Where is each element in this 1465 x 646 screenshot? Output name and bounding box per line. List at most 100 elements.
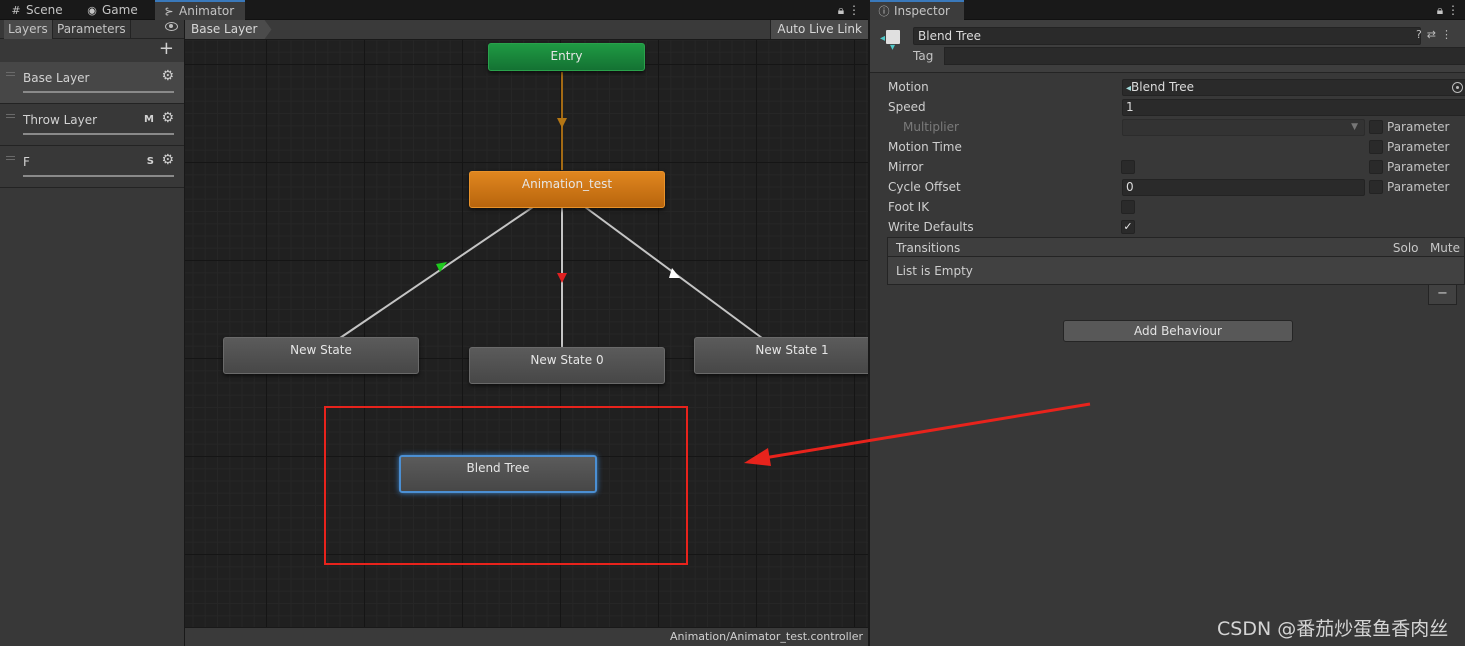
annotation-arrow [744, 402, 1091, 466]
motion-row: Motion ◂Blend Tree [888, 77, 1465, 97]
layer-throw[interactable]: Throw Layer M ⚙ [0, 104, 184, 146]
parameter-label: Parameter [1387, 180, 1450, 194]
speed-field[interactable]: 1 [1122, 99, 1465, 116]
multiplier-row: Multiplier ▼ Parameter [888, 117, 1465, 137]
layer-name: Throw Layer [23, 113, 98, 127]
animator-tabbar: # Scene ◉ Game ⊱ Animator 🔒︎ ⋮ [0, 0, 868, 20]
arrow-icon [557, 273, 567, 283]
multiplier-parameter-checkbox[interactable] [1369, 120, 1383, 134]
gear-icon[interactable]: ⚙ [161, 110, 174, 126]
parameter-label: Parameter [1387, 120, 1450, 134]
transition-to-new-state[interactable] [339, 206, 534, 339]
foot-ik-label: Foot IK [888, 200, 930, 214]
transitions-header: Transitions Solo Mute [887, 237, 1465, 257]
speed-row: Speed 1 [888, 97, 1465, 117]
mirror-label: Mirror [888, 160, 924, 174]
speed-label: Speed [888, 100, 926, 114]
drag-handle-icon[interactable] [6, 72, 15, 76]
multiplier-label: Multiplier [903, 120, 959, 134]
gear-icon[interactable]: ⚙ [161, 152, 174, 168]
object-picker-icon[interactable] [1452, 82, 1463, 93]
grid-icon: # [11, 4, 21, 17]
cycle-offset-row: Cycle Offset 0 Parameter [888, 177, 1465, 197]
transitions-list: Transitions Solo Mute List is Empty [887, 237, 1465, 285]
chevron-down-icon: ▼ [1351, 122, 1358, 132]
mute-label: Mute [1429, 241, 1460, 255]
tag-field[interactable] [944, 47, 1465, 65]
eye-icon[interactable] [165, 22, 178, 31]
mirror-checkbox[interactable] [1121, 160, 1135, 174]
arrow-icon [557, 118, 567, 128]
transitions-empty-message: List is Empty [887, 257, 1465, 285]
auto-live-link-button[interactable]: Auto Live Link [770, 20, 868, 39]
window-lock-menu-icons[interactable]: 🔒︎ ⋮ [1437, 0, 1459, 20]
layer-f[interactable]: F S ⚙ [0, 146, 184, 188]
remove-transition-button[interactable]: − [1428, 285, 1457, 305]
tab-inspector[interactable]: ⓘ Inspector [870, 0, 964, 20]
write-defaults-label: Write Defaults [888, 220, 974, 234]
layer-weight-bar [23, 175, 174, 177]
animator-icon: ⊱ [164, 5, 174, 18]
motion-label: Motion [888, 80, 929, 94]
motion-field[interactable]: ◂Blend Tree [1122, 79, 1465, 96]
tag-label: Tag [913, 49, 934, 63]
inspector-tabbar: ⓘ Inspector 🔒︎ ⋮ [870, 0, 1465, 20]
layer-base[interactable]: Base Layer ⚙ [0, 62, 184, 104]
layer-weight-bar [23, 133, 174, 135]
help-settings-icons[interactable]: ?⇄⋮ [1416, 28, 1457, 41]
blend-tree-icon: ◂ ▾ [880, 30, 904, 53]
tab-layers[interactable]: Layers [4, 20, 53, 39]
write-defaults-row: Write Defaults ✓ [888, 217, 1465, 237]
layer-weight-bar [23, 91, 174, 93]
arrowhead-icon [744, 448, 771, 466]
window-lock-menu-icons[interactable]: 🔒︎ ⋮ [838, 0, 860, 20]
tab-scene[interactable]: # Scene [2, 0, 62, 20]
object-name-field[interactable]: Blend Tree [913, 27, 1421, 45]
layer-flag: M [144, 114, 154, 125]
watermark: CSDN @番茄炒蛋鱼香肉丝 [1217, 618, 1449, 640]
layer-name: Base Layer [23, 71, 90, 85]
tab-parameters[interactable]: Parameters [53, 20, 131, 39]
solo-label: Solo [1392, 241, 1419, 255]
layer-flag: S [146, 156, 154, 167]
write-defaults-checkbox[interactable]: ✓ [1121, 220, 1135, 234]
drag-handle-icon[interactable] [6, 114, 15, 118]
layer-name: F [23, 155, 30, 169]
state-machine-graph[interactable]: Entry Animation_test New State New State… [185, 40, 868, 627]
foot-ik-row: Foot IK [888, 197, 1465, 217]
solo-mute-columns: Solo Mute [1393, 238, 1460, 258]
mirror-row: Mirror Parameter [888, 157, 1465, 177]
cycle-offset-label: Cycle Offset [888, 180, 961, 194]
controller-path: Animation/Animator_test.controller [185, 627, 868, 646]
sidebar-tabs: Layers Parameters [0, 20, 184, 39]
add-behaviour-button[interactable]: Add Behaviour [1063, 320, 1293, 342]
motion-time-row: Motion Time Parameter [888, 137, 1465, 157]
cycle-offset-field[interactable]: 0 [1122, 179, 1365, 196]
gamepad-icon: ◉ [87, 4, 97, 17]
info-icon: ⓘ [878, 5, 890, 18]
inspector-header: ◂ ▾ Blend Tree ?⇄⋮ Tag [870, 20, 1465, 73]
motion-time-parameter-checkbox[interactable] [1369, 140, 1383, 154]
state-node-new-state[interactable]: New State [223, 337, 419, 374]
mirror-parameter-checkbox[interactable] [1369, 160, 1383, 174]
parameter-label: Parameter [1387, 140, 1450, 154]
tab-animator[interactable]: ⊱ Animator [155, 0, 245, 20]
gear-icon[interactable]: ⚙ [161, 68, 174, 84]
state-node-new-state-0[interactable]: New State 0 [469, 347, 665, 384]
parameter-label: Parameter [1387, 160, 1450, 174]
layers-sidebar: Layers Parameters + Base Layer ⚙ Throw L… [0, 20, 185, 646]
multiplier-dropdown: ▼ [1122, 119, 1365, 136]
motion-time-label: Motion Time [888, 140, 962, 154]
cycle-offset-parameter-checkbox[interactable] [1369, 180, 1383, 194]
foot-ik-checkbox[interactable] [1121, 200, 1135, 214]
annotation-highlight-box [324, 406, 688, 565]
breadcrumb[interactable]: Base Layer [185, 20, 272, 39]
graph-toolbar: Base Layer Auto Live Link [185, 20, 868, 40]
drag-handle-icon[interactable] [6, 156, 15, 160]
state-node-animation-test[interactable]: Animation_test [469, 171, 665, 208]
animator-window: # Scene ◉ Game ⊱ Animator 🔒︎ ⋮ Layers Param… [0, 0, 868, 646]
tab-game[interactable]: ◉ Game [78, 0, 138, 20]
state-node-new-state-1[interactable]: New State 1 [694, 337, 868, 374]
entry-node[interactable]: Entry [488, 43, 645, 71]
add-layer-button[interactable]: + [159, 40, 174, 58]
